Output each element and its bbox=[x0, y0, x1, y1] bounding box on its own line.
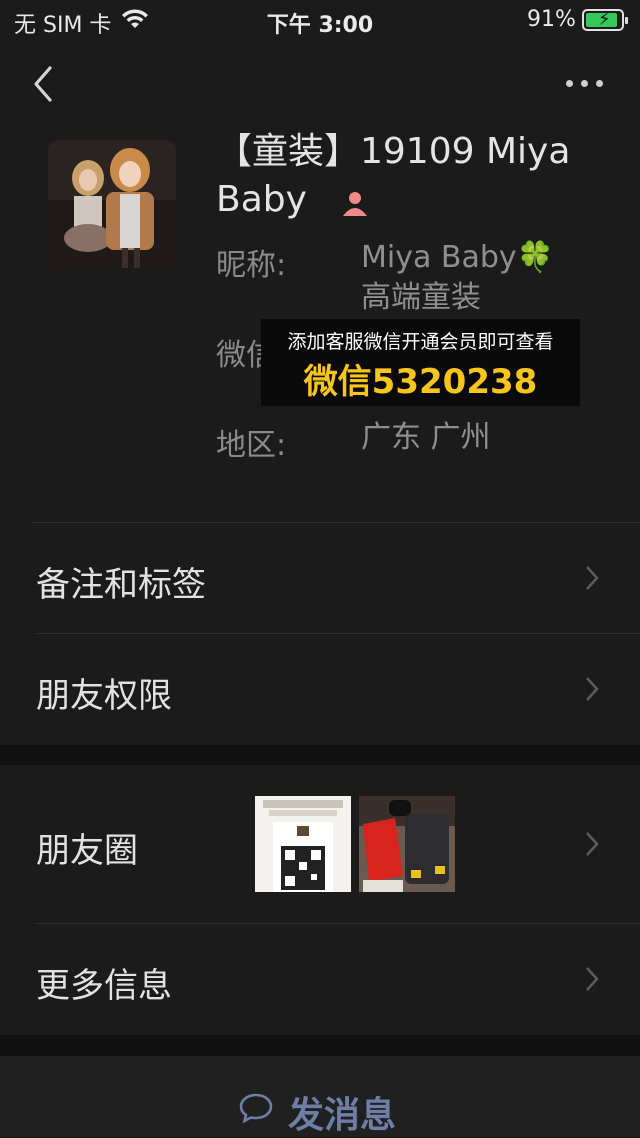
chat-bubble-icon bbox=[239, 1093, 273, 1124]
female-icon bbox=[343, 192, 367, 216]
chevron-right-icon bbox=[586, 566, 599, 590]
banner-line2: 微信5320238 bbox=[303, 362, 538, 402]
send-message-label: 发消息 bbox=[288, 1095, 397, 1136]
nickname-label: 昵称: bbox=[216, 248, 287, 283]
send-message-button[interactable]: 发消息 bbox=[0, 1056, 640, 1136]
avatar[interactable] bbox=[48, 140, 176, 268]
remark-tags-label: 备注和标签 bbox=[36, 565, 206, 605]
battery-percent: 91% bbox=[527, 7, 576, 32]
chevron-right-icon bbox=[586, 677, 599, 701]
chevron-right-icon bbox=[586, 832, 599, 856]
section-gap bbox=[0, 745, 640, 765]
region-value: 广东 广州 bbox=[361, 420, 491, 455]
remark-tags-row[interactable]: 备注和标签 bbox=[0, 523, 640, 633]
overlay-banner: 添加客服微信开通会员即可查看 微信5320238 bbox=[261, 319, 580, 406]
chevron-right-icon bbox=[586, 967, 599, 991]
bolt-icon: ⚡ bbox=[598, 9, 611, 30]
moments-label: 朋友圈 bbox=[36, 831, 138, 871]
nickname-value: Miya Baby🍀 高端童装 bbox=[361, 240, 555, 315]
moments-thumbnail bbox=[255, 796, 351, 892]
more-options-button[interactable] bbox=[560, 68, 610, 98]
profile-name: 【童装】19109 Miya Baby bbox=[216, 131, 571, 220]
moments-thumbnail bbox=[359, 796, 455, 892]
chevron-left-icon bbox=[34, 66, 52, 102]
more-info-row[interactable]: 更多信息 bbox=[0, 924, 640, 1034]
friend-permissions-label: 朋友权限 bbox=[36, 676, 172, 716]
section-gap bbox=[0, 1035, 640, 1056]
moments-row[interactable]: 朋友圈 bbox=[0, 765, 640, 923]
banner-line1: 添加客服微信开通会员即可查看 bbox=[287, 331, 554, 353]
back-button[interactable] bbox=[26, 62, 66, 106]
region-label: 地区: bbox=[216, 428, 287, 463]
avatar-image bbox=[48, 140, 176, 268]
more-info-label: 更多信息 bbox=[36, 966, 172, 1006]
status-bar: 无 SIM 卡 下午 3:00 91% ⚡ bbox=[0, 0, 640, 40]
friend-permissions-row[interactable]: 朋友权限 bbox=[0, 634, 640, 744]
battery-charging-icon: ⚡ bbox=[582, 9, 628, 31]
